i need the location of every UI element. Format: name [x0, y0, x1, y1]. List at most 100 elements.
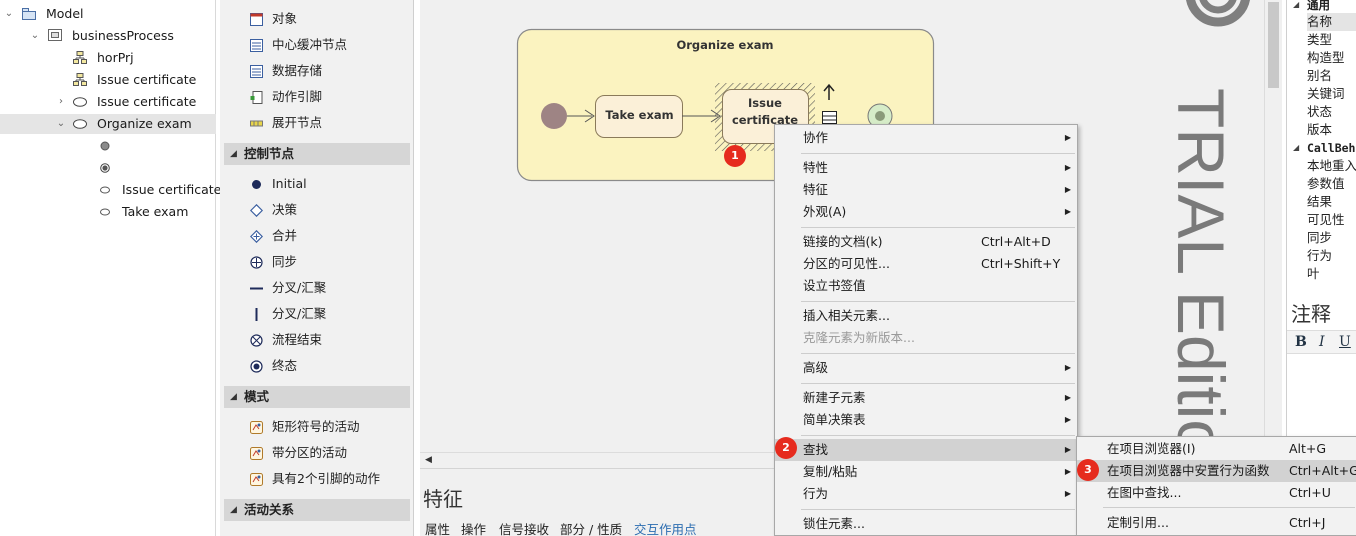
- activity-diagram-icon: [48, 29, 62, 41]
- submenu-item[interactable]: 在项目浏览器中安置行为函数 Ctrl+Alt+G: [1077, 460, 1356, 482]
- triangle-down-icon[interactable]: ◢: [1293, 139, 1299, 157]
- bold-button[interactable]: B: [1295, 334, 1307, 350]
- context-menu: 协作 ▶ 特性 ▶ 特征 ▶ 外观(A) ▶ 链接的文档(k) Ctrl+Alt+D 分区的可见性.…: [774, 124, 1078, 536]
- prop-row[interactable]: 叶: [1307, 265, 1320, 283]
- menu-separator: [801, 435, 1075, 436]
- menu-item[interactable]: 高级 ▶: [775, 357, 1077, 379]
- submenu-item-label: 在项目浏览器中安置行为函数: [1107, 463, 1270, 478]
- prop-row[interactable]: 类型: [1307, 31, 1332, 49]
- prop-row[interactable]: 别名: [1307, 67, 1332, 85]
- prop-row[interactable]: 结果: [1307, 193, 1332, 211]
- prop-row[interactable]: 本地重入: [1307, 157, 1356, 175]
- vertical-scrollbar[interactable]: [1264, 0, 1282, 436]
- tab-receptions[interactable]: 信号接收: [499, 519, 549, 536]
- menu-item[interactable]: 链接的文档(k) Ctrl+Alt+D: [775, 231, 1077, 253]
- prop-row[interactable]: 状态: [1307, 103, 1332, 121]
- toolbox-group-activity-relationships[interactable]: ◢ 活动关系: [224, 499, 410, 521]
- toolbox-item-datastore[interactable]: 数据存储: [220, 59, 410, 83]
- action-oval-icon: [100, 208, 110, 216]
- prop-row[interactable]: 名称: [1307, 13, 1356, 31]
- menu-item[interactable]: 复制/粘贴 ▶: [775, 461, 1077, 483]
- toolbox-item-synch[interactable]: 同步: [220, 250, 410, 274]
- italic-button[interactable]: I: [1319, 334, 1325, 350]
- tab-interaction-points[interactable]: 交互作用点: [634, 519, 697, 536]
- tree-item-final-node[interactable]: [0, 158, 216, 178]
- menu-item[interactable]: 外观(A) ▶: [775, 201, 1077, 223]
- menu-item[interactable]: 查找 ▶: [775, 439, 1077, 461]
- prop-row[interactable]: 参数值: [1307, 175, 1345, 193]
- menu-item[interactable]: 新建子元素 ▶: [775, 387, 1077, 409]
- tab-parts-properties[interactable]: 部分 / 性质: [560, 519, 622, 536]
- tree-item-issue-certificate-action[interactable]: Issue certificate: [0, 180, 221, 200]
- toolbox-item-pattern-activity-rect[interactable]: 矩形符号的活动: [220, 415, 410, 439]
- toolbox-item-fork-join-vertical[interactable]: 分叉/汇聚: [220, 302, 410, 326]
- submenu-arrow-icon: ▶: [1064, 467, 1071, 476]
- initial-node[interactable]: [541, 103, 567, 129]
- toolbox-item-merge[interactable]: 合并: [220, 224, 410, 248]
- toolbox-group-control-nodes[interactable]: ◢ 控制节点: [224, 143, 410, 165]
- prop-row[interactable]: 关键词: [1307, 85, 1345, 103]
- menu-item[interactable]: 克隆元素为新版本...: [775, 327, 1077, 349]
- underline-button[interactable]: U: [1339, 334, 1351, 350]
- toolbox-item-decision[interactable]: 决策: [220, 198, 410, 222]
- submenu-arrow-icon: ▶: [1064, 489, 1071, 498]
- tree-item-businessprocess[interactable]: ⌄ businessProcess: [0, 26, 216, 46]
- object-icon: [250, 13, 263, 26]
- toolbox-item-expansion-node[interactable]: 展开节点: [220, 111, 410, 135]
- menu-item[interactable]: 特征 ▶: [775, 179, 1077, 201]
- submenu-item[interactable]: 在项目浏览器(I) Alt+G: [1077, 438, 1356, 460]
- menu-item[interactable]: 锁住元素...: [775, 513, 1077, 535]
- toolbox-item-action-pin[interactable]: 动作引脚: [220, 85, 410, 109]
- toolbox-item-pattern-action-pins[interactable]: 具有2个引脚的动作: [220, 467, 410, 491]
- tree-item-issue-certificate-activity[interactable]: › Issue certificate: [0, 92, 216, 112]
- tab-attributes[interactable]: 属性: [425, 519, 450, 536]
- tree-item-take-exam[interactable]: Take exam: [0, 202, 216, 222]
- submenu-item[interactable]: 定制引用... Ctrl+J: [1077, 512, 1356, 534]
- tree-item-initial-node[interactable]: [0, 136, 216, 156]
- toolbox-item-pattern-activity-partition[interactable]: 带分区的活动: [220, 441, 410, 465]
- tab-operations[interactable]: 操作: [461, 519, 486, 536]
- submenu-item-shortcut: Ctrl+Alt+G: [1289, 463, 1356, 478]
- toolbox-item-fork-join-horizontal[interactable]: 分叉/汇聚: [220, 276, 410, 300]
- menu-item[interactable]: 简单决策表 ▶: [775, 409, 1077, 431]
- quick-linker-properties-icon[interactable]: [822, 111, 837, 124]
- toolbox-item-final[interactable]: 终态: [220, 354, 410, 378]
- toolbox-item-central-buffer[interactable]: 中心缓冲节点: [220, 33, 410, 57]
- prop-row[interactable]: 行为: [1307, 247, 1332, 265]
- menu-item[interactable]: 设立书签值: [775, 275, 1077, 297]
- tree-item-organize-exam[interactable]: ⌄ Organize exam: [0, 114, 216, 134]
- activity-oval-icon: [73, 119, 87, 129]
- prop-row[interactable]: 构造型: [1307, 49, 1345, 67]
- toolbox-group-patterns[interactable]: ◢ 模式: [224, 386, 410, 408]
- chevron-down-icon[interactable]: ⌄: [30, 26, 40, 46]
- toolbox-item-initial[interactable]: Initial: [220, 172, 410, 196]
- tree-item-horprj[interactable]: horPrj: [0, 48, 216, 68]
- triangle-down-icon[interactable]: ◢: [1293, 0, 1299, 14]
- menu-item[interactable]: 插入相关元素...: [775, 305, 1077, 327]
- menu-item[interactable]: 分区的可见性... Ctrl+Shift+Y: [775, 253, 1077, 275]
- prop-row[interactable]: 可见性: [1307, 211, 1345, 229]
- menu-item[interactable]: 特性 ▶: [775, 157, 1077, 179]
- menu-item[interactable]: 协作 ▶: [775, 127, 1077, 149]
- trial-logo-icon: [1186, 0, 1250, 27]
- step-badge-1: 1: [724, 145, 746, 167]
- prop-row[interactable]: 版本: [1307, 121, 1332, 139]
- prop-row[interactable]: 同步: [1307, 229, 1332, 247]
- scroll-left-icon[interactable]: ◀: [425, 455, 432, 465]
- chevron-down-icon[interactable]: ⌄: [4, 4, 14, 24]
- toolbox-item-object[interactable]: 对象: [220, 7, 410, 31]
- menu-item[interactable]: 行为 ▶: [775, 483, 1077, 505]
- toolbox-item-flow-final[interactable]: 流程结束: [220, 328, 410, 352]
- chevron-right-icon[interactable]: ›: [56, 92, 66, 112]
- menu-item-label: 特性: [803, 160, 829, 175]
- menu-item-label: 新建子元素: [803, 390, 866, 405]
- submenu-item-shortcut: Ctrl+J: [1289, 515, 1326, 530]
- menu-separator: [801, 301, 1075, 302]
- menu-item-label: 链接的文档(k): [803, 234, 883, 249]
- scrollbar-thumb[interactable]: [1268, 2, 1279, 88]
- submenu-item[interactable]: 在图中查找... Ctrl+U: [1077, 482, 1356, 504]
- tree-item-model[interactable]: ⌄ Model: [0, 4, 216, 24]
- tree-item-issue-certificate-diagram[interactable]: Issue certificate: [0, 70, 216, 90]
- menu-item-label: 锁住元素...: [803, 516, 865, 531]
- chevron-down-icon[interactable]: ⌄: [56, 114, 66, 134]
